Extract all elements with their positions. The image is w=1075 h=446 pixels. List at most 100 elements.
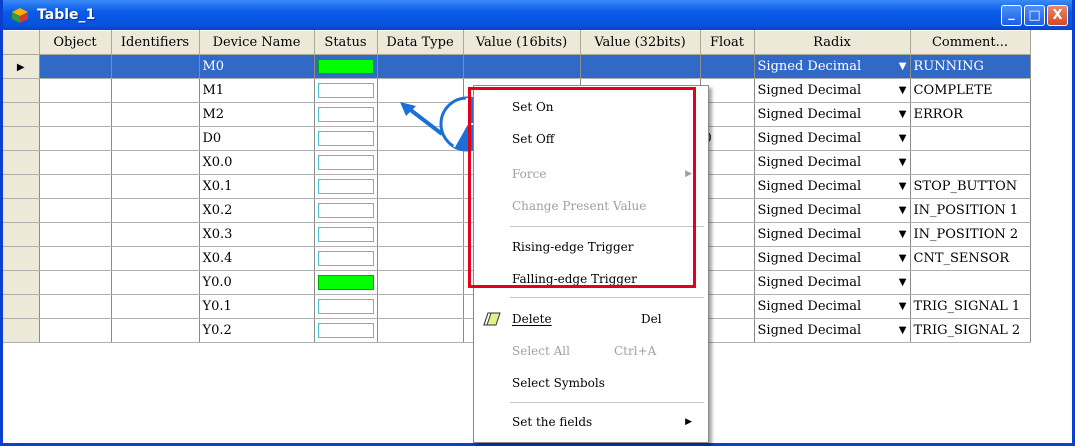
object-cell[interactable] (39, 318, 112, 343)
comment-cell[interactable]: COMPLETE (910, 78, 1031, 103)
dropdown-arrow-icon[interactable]: ▼ (899, 205, 907, 216)
data-type-cell[interactable] (377, 174, 464, 199)
radix-cell[interactable]: Signed Decimal ▼ (754, 222, 911, 247)
data-type-cell[interactable] (377, 246, 464, 271)
dropdown-arrow-icon[interactable]: ▼ (899, 277, 907, 288)
dropdown-arrow-icon[interactable]: ▼ (899, 109, 907, 120)
data-type-cell[interactable] (377, 294, 464, 319)
row-header[interactable] (3, 198, 40, 223)
object-cell[interactable] (39, 174, 112, 199)
status-cell[interactable] (314, 102, 378, 127)
object-cell[interactable] (39, 78, 112, 103)
column-header-value-16bits[interactable]: Value (16bits) (463, 30, 581, 55)
object-cell[interactable] (39, 270, 112, 295)
identifiers-cell[interactable] (111, 126, 200, 151)
menu-item-rising-edge-trigger[interactable]: Rising-edge Trigger (474, 234, 708, 260)
identifiers-cell[interactable] (111, 294, 200, 319)
comment-cell[interactable]: IN_POSITION 1 (910, 198, 1031, 223)
minimize-button[interactable]: _ (1001, 4, 1022, 26)
status-cell[interactable] (314, 174, 378, 199)
menu-item-set-the-fields[interactable]: Set the fields ▶ (474, 409, 708, 435)
row-header[interactable] (3, 318, 40, 343)
comment-cell[interactable] (910, 126, 1031, 151)
device-name-cell[interactable]: D0 (199, 126, 315, 151)
title-bar[interactable]: Table_1 _ □ X (3, 0, 1072, 30)
menu-item-select-all[interactable]: Select All Ctrl+A (474, 338, 708, 364)
dropdown-arrow-icon[interactable]: ▼ (899, 85, 907, 96)
column-header-data-type[interactable]: Data Type (377, 30, 464, 55)
comment-cell[interactable] (910, 270, 1031, 295)
row-header[interactable] (3, 102, 40, 127)
row-header[interactable] (3, 78, 40, 103)
row-header[interactable] (3, 246, 40, 271)
dropdown-arrow-icon[interactable]: ▼ (899, 61, 907, 72)
object-cell[interactable] (39, 198, 112, 223)
menu-item-delete[interactable]: Delete Del (474, 306, 708, 332)
status-cell[interactable] (314, 150, 378, 175)
maximize-button[interactable]: □ (1024, 4, 1045, 26)
device-name-cell[interactable]: X0.1 (199, 174, 315, 199)
comment-cell[interactable]: STOP_BUTTON (910, 174, 1031, 199)
comment-cell[interactable]: CNT_SENSOR (910, 246, 1031, 271)
object-cell[interactable] (39, 294, 112, 319)
column-header-radix[interactable]: Radix (754, 30, 911, 55)
comment-cell[interactable]: TRIG_SIGNAL 2 (910, 318, 1031, 343)
column-header-value-32bits[interactable]: Value (32bits) (580, 30, 701, 55)
device-name-cell[interactable]: X0.4 (199, 246, 315, 271)
identifiers-cell[interactable] (111, 102, 200, 127)
value-16bits-cell[interactable] (463, 54, 581, 79)
menu-item-falling-edge-trigger[interactable]: Falling-edge Trigger (474, 266, 708, 292)
radix-cell[interactable]: Signed Decimal ▼ (754, 102, 911, 127)
device-name-cell[interactable]: X0.0 (199, 150, 315, 175)
dropdown-arrow-icon[interactable]: ▼ (899, 157, 907, 168)
row-header[interactable] (3, 270, 40, 295)
radix-cell[interactable]: Signed Decimal ▼ (754, 174, 911, 199)
device-name-cell[interactable]: X0.3 (199, 222, 315, 247)
close-button[interactable]: X (1047, 4, 1068, 26)
radix-cell[interactable]: Signed Decimal ▼ (754, 150, 911, 175)
comment-cell[interactable]: ERROR (910, 102, 1031, 127)
radix-cell[interactable]: Signed Decimal ▼ (754, 198, 911, 223)
menu-item-force[interactable]: Force ▶ (474, 161, 708, 187)
identifiers-cell[interactable] (111, 174, 200, 199)
dropdown-arrow-icon[interactable]: ▼ (899, 253, 907, 264)
device-name-cell[interactable]: M2 (199, 102, 315, 127)
column-header-identifiers[interactable]: Identifiers (111, 30, 200, 55)
row-header[interactable] (3, 294, 40, 319)
radix-cell[interactable]: Signed Decimal ▼ (754, 246, 911, 271)
status-cell[interactable] (314, 222, 378, 247)
device-name-cell[interactable]: X0.2 (199, 198, 315, 223)
dropdown-arrow-icon[interactable]: ▼ (899, 133, 907, 144)
object-cell[interactable] (39, 246, 112, 271)
column-header-comment[interactable]: Comment... (910, 30, 1031, 55)
status-cell[interactable] (314, 78, 378, 103)
status-cell[interactable] (314, 198, 378, 223)
identifiers-cell[interactable] (111, 150, 200, 175)
menu-item-change-present-value[interactable]: Change Present Value (474, 193, 708, 219)
row-header[interactable] (3, 150, 40, 175)
comment-cell[interactable]: RUNNING (910, 54, 1031, 79)
status-cell[interactable] (314, 270, 378, 295)
data-type-cell[interactable] (377, 318, 464, 343)
data-type-cell[interactable] (377, 198, 464, 223)
object-cell[interactable] (39, 54, 112, 79)
identifiers-cell[interactable] (111, 54, 200, 79)
column-header-status[interactable]: Status (314, 30, 378, 55)
object-cell[interactable] (39, 126, 112, 151)
status-cell[interactable] (314, 126, 378, 151)
identifiers-cell[interactable] (111, 246, 200, 271)
radix-cell[interactable]: Signed Decimal ▼ (754, 54, 911, 79)
comment-cell[interactable]: IN_POSITION 2 (910, 222, 1031, 247)
row-header[interactable]: ▶ (3, 54, 40, 79)
radix-cell[interactable]: Signed Decimal ▼ (754, 126, 911, 151)
data-type-cell[interactable] (377, 222, 464, 247)
row-header[interactable] (3, 126, 40, 151)
device-name-cell[interactable]: Y0.1 (199, 294, 315, 319)
menu-item-select-symbols[interactable]: Select Symbols (474, 370, 708, 396)
dropdown-arrow-icon[interactable]: ▼ (899, 229, 907, 240)
device-name-cell[interactable]: Y0.2 (199, 318, 315, 343)
column-header-float[interactable]: Float (700, 30, 755, 55)
radix-cell[interactable]: Signed Decimal ▼ (754, 78, 911, 103)
data-type-cell[interactable] (377, 270, 464, 295)
comment-cell[interactable]: TRIG_SIGNAL 1 (910, 294, 1031, 319)
